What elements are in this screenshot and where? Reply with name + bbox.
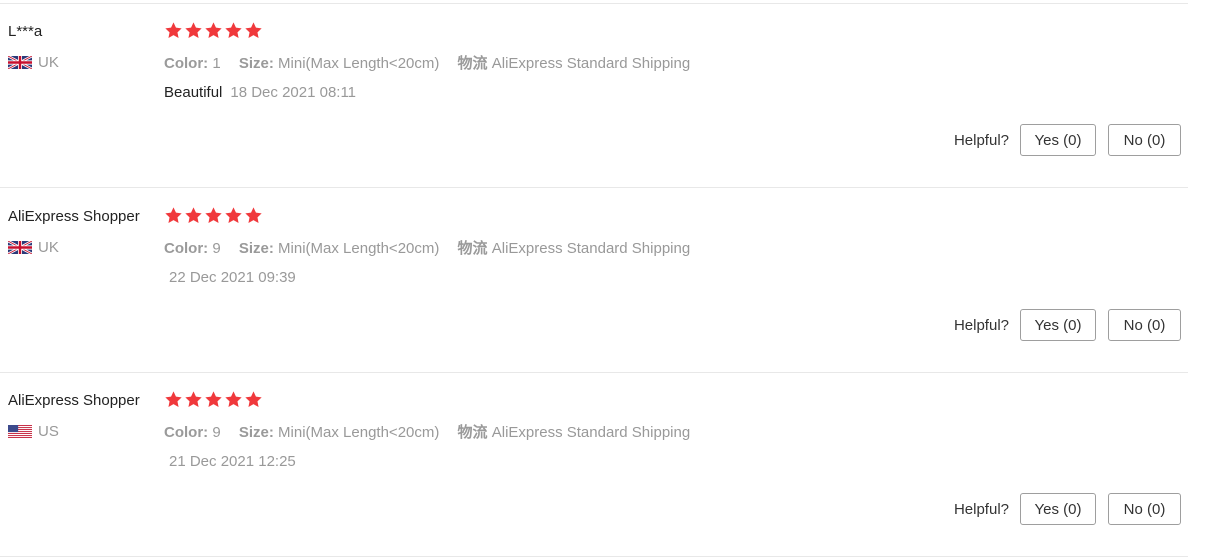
star-rating — [164, 390, 263, 409]
star-icon — [244, 206, 263, 225]
reviewer-country: UK — [8, 239, 59, 256]
reviewer-name: L***a — [8, 23, 43, 40]
star-icon — [224, 206, 243, 225]
star-icon — [224, 390, 243, 409]
size-attribute: Size: Mini(Max Length<20cm) — [239, 240, 440, 257]
color-value: 9 — [212, 424, 221, 441]
helpful-no-button[interactable]: No (0) — [1108, 124, 1181, 156]
star-icon — [184, 390, 203, 409]
helpful-label: Helpful? — [953, 316, 1009, 334]
helpful-voting: Helpful? Yes (0) No (0) — [954, 124, 1181, 156]
star-icon — [164, 206, 183, 225]
shipping-attribute: 物流 AliExpress Standard Shipping — [458, 55, 691, 72]
country-code: UK — [38, 239, 59, 256]
feedback-text: Beautiful — [164, 84, 223, 101]
size-attribute: Size: Mini(Max Length<20cm) — [239, 55, 440, 72]
helpful-voting: Helpful? Yes (0) No (0) — [954, 493, 1181, 525]
review-date: 18 Dec 2021 08:11 — [230, 84, 357, 101]
shipping-value: AliExpress Standard Shipping — [491, 424, 691, 441]
uk-flag-icon — [8, 241, 32, 254]
helpful-no-button[interactable]: No (0) — [1108, 493, 1181, 525]
order-attributes: Color: 1 Size: Mini(Max Length<20cm) 物流 … — [164, 52, 704, 73]
review-feedback: Beautiful 18 Dec 2021 08:11 — [164, 84, 356, 101]
star-icon — [164, 390, 183, 409]
us-flag-icon — [8, 425, 32, 438]
star-icon — [164, 21, 183, 40]
review-item: AliExpress Shopper UK Color: 9 Size: Min… — [0, 188, 1188, 373]
size-label: Size: — [238, 55, 274, 72]
review-feedback: 22 Dec 2021 09:39 — [169, 269, 296, 286]
shipping-label: 物流 — [457, 424, 488, 441]
helpful-yes-button[interactable]: Yes (0) — [1020, 493, 1096, 525]
color-label: Color: — [164, 424, 209, 441]
size-attribute: Size: Mini(Max Length<20cm) — [239, 424, 440, 441]
star-icon — [224, 21, 243, 40]
shipping-attribute: 物流 AliExpress Standard Shipping — [458, 240, 691, 257]
size-value: Mini(Max Length<20cm) — [278, 424, 440, 441]
color-label: Color: — [164, 55, 209, 72]
order-attributes: Color: 9 Size: Mini(Max Length<20cm) 物流 … — [164, 421, 704, 442]
review-item: L***a UK Color: 1 Size: Mini(Max Length<… — [0, 3, 1188, 188]
shipping-value: AliExpress Standard Shipping — [491, 55, 691, 72]
color-attribute: Color: 1 — [164, 55, 221, 72]
color-value: 9 — [212, 240, 221, 257]
shipping-label: 物流 — [457, 55, 488, 72]
country-code: UK — [38, 54, 59, 71]
star-rating — [164, 206, 263, 225]
helpful-yes-button[interactable]: Yes (0) — [1020, 124, 1096, 156]
star-icon — [184, 206, 203, 225]
reviewer-country: UK — [8, 54, 59, 71]
star-rating — [164, 21, 263, 40]
review-feedback: 21 Dec 2021 12:25 — [169, 453, 296, 470]
color-attribute: Color: 9 — [164, 240, 221, 257]
helpful-voting: Helpful? Yes (0) No (0) — [954, 309, 1181, 341]
helpful-label: Helpful? — [953, 500, 1009, 518]
shipping-label: 物流 — [457, 240, 488, 257]
shipping-value: AliExpress Standard Shipping — [491, 240, 691, 257]
star-icon — [184, 21, 203, 40]
star-icon — [204, 21, 223, 40]
review-list: L***a UK Color: 1 Size: Mini(Max Length<… — [0, 0, 1188, 560]
order-attributes: Color: 9 Size: Mini(Max Length<20cm) 物流 … — [164, 237, 704, 258]
color-attribute: Color: 9 — [164, 424, 221, 441]
size-label: Size: — [238, 424, 274, 441]
helpful-no-button[interactable]: No (0) — [1108, 309, 1181, 341]
reviewer-country: US — [8, 423, 59, 440]
size-label: Size: — [238, 240, 274, 257]
color-value: 1 — [212, 55, 221, 72]
star-icon — [244, 21, 263, 40]
helpful-yes-button[interactable]: Yes (0) — [1020, 309, 1096, 341]
star-icon — [244, 390, 263, 409]
color-label: Color: — [164, 240, 209, 257]
review-date: 21 Dec 2021 12:25 — [169, 453, 296, 470]
size-value: Mini(Max Length<20cm) — [278, 240, 440, 257]
size-value: Mini(Max Length<20cm) — [278, 55, 440, 72]
shipping-attribute: 物流 AliExpress Standard Shipping — [458, 424, 691, 441]
star-icon — [204, 206, 223, 225]
reviewer-name: AliExpress Shopper — [8, 392, 140, 409]
country-code: US — [38, 423, 59, 440]
star-icon — [204, 390, 223, 409]
review-date: 22 Dec 2021 09:39 — [169, 269, 296, 286]
uk-flag-icon — [8, 56, 32, 69]
review-item: AliExpress Shopper US Color: 9 Size: Min… — [0, 372, 1188, 557]
reviewer-name: AliExpress Shopper — [8, 208, 140, 225]
helpful-label: Helpful? — [953, 131, 1009, 149]
